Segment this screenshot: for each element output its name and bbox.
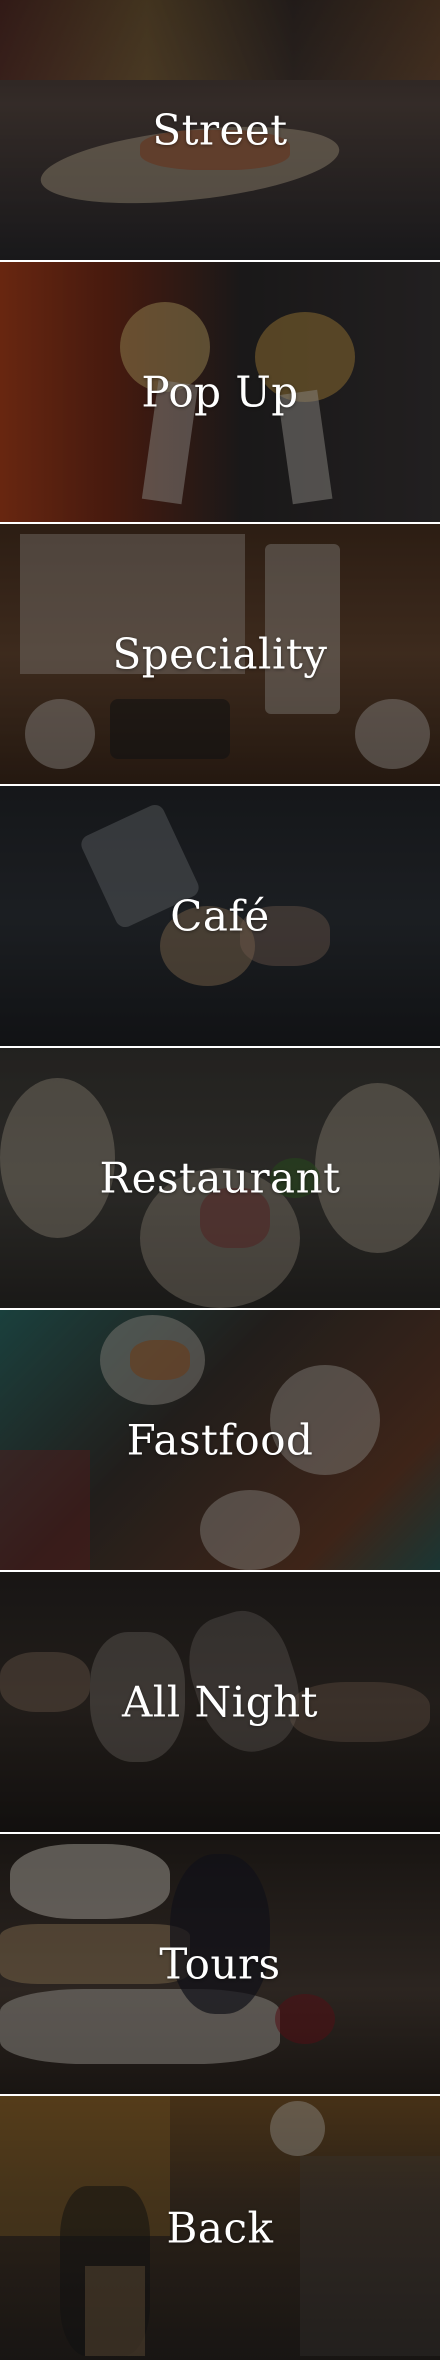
tile-speciality[interactable]: Speciality <box>0 524 440 784</box>
tile-pop-up[interactable]: Pop Up <box>0 262 440 522</box>
category-menu: Street Pop Up Speciality Café Restaurant… <box>0 0 440 2364</box>
tile-label: Speciality <box>112 629 328 679</box>
tile-label: Back <box>166 2203 274 2253</box>
tile-label: Tours <box>159 1939 281 1989</box>
tile-label: Fastfood <box>126 1415 314 1465</box>
tile-label: All Night <box>121 1677 319 1727</box>
tile-cafe[interactable]: Café <box>0 786 440 1046</box>
tile-label: Restaurant <box>99 1153 341 1203</box>
tile-street[interactable]: Street <box>0 0 440 260</box>
tile-fastfood[interactable]: Fastfood <box>0 1310 440 1570</box>
tile-back[interactable]: Back <box>0 2096 440 2360</box>
tile-restaurant[interactable]: Restaurant <box>0 1048 440 1308</box>
tile-tours[interactable]: Tours <box>0 1834 440 2094</box>
tile-all-night[interactable]: All Night <box>0 1572 440 1832</box>
tile-label: Street <box>152 105 288 155</box>
tile-label: Pop Up <box>141 367 299 417</box>
tile-label: Café <box>170 891 270 941</box>
